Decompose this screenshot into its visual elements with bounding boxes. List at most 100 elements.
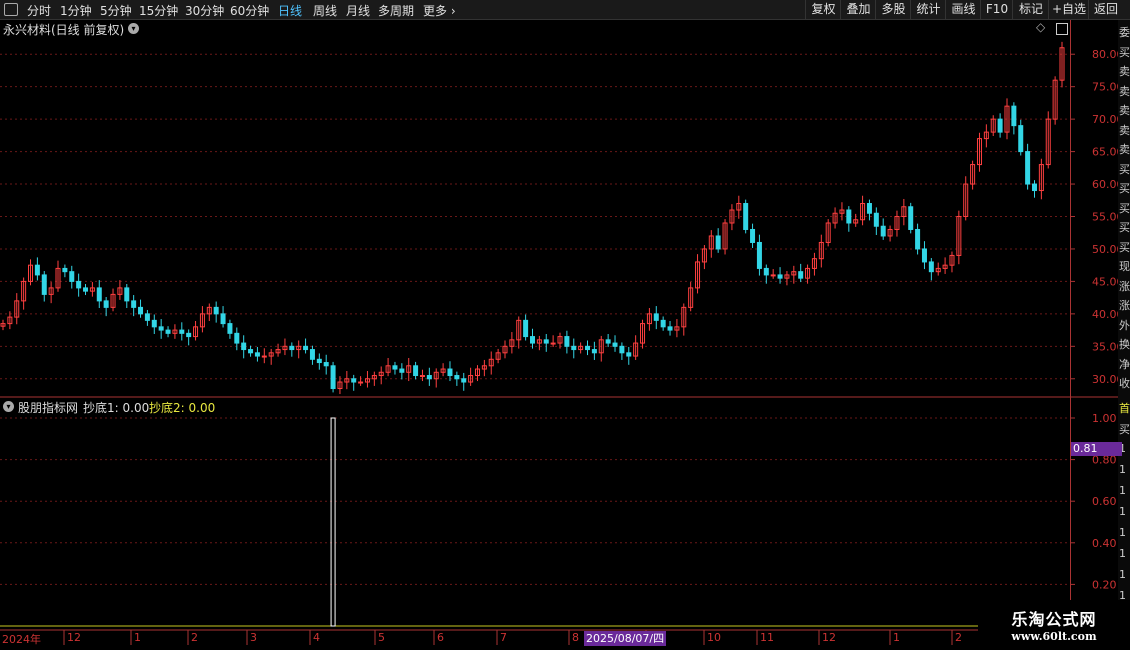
candle-body [908,206,914,230]
candle-body [667,326,673,331]
x-tick-label: 10 [707,631,721,644]
candle-body [261,355,267,358]
candle-body [83,287,89,292]
x-tick-label: 3 [250,631,257,644]
quote-label: 收 [1119,377,1130,390]
stock-chart[interactable]: 80.0075.0070.0065.0060.0055.0050.0045.00… [0,0,1130,650]
quote-strip: 委买卖卖卖卖卖买买买买买现涨涨外换净收首买11111111 [1118,20,1130,630]
candle-body [846,209,852,224]
candle-body [76,280,82,289]
x-tick-label: 11 [760,631,774,644]
candle-body [186,332,192,338]
quote-label: 买 [1119,182,1130,195]
candle-body [234,332,240,344]
quote-label: 买 [1119,201,1130,215]
x-tick-label: 12 [67,631,81,644]
quote-label: 买 [1119,45,1130,59]
candle-body [866,203,872,214]
price-axis [1070,20,1119,630]
quote-value: 1 [1119,484,1126,497]
candle-body [289,345,295,351]
x-tick-label: 12 [822,631,836,644]
candle-body [124,287,130,302]
candle-body [413,365,419,377]
candle-body [873,212,879,227]
candle-body [585,345,591,351]
candle-body [550,342,556,345]
quote-label: 卖 [1119,65,1130,78]
candle-body [447,368,453,377]
candle-body [523,319,529,338]
date-cursor-tag: 2025/08/07/四 [584,631,667,646]
quote-label: 买 [1119,162,1130,176]
candle-body [461,378,467,383]
candle-body [303,345,309,351]
candle-body [591,349,597,354]
quote-value: 1 [1119,568,1126,581]
x-tick-label: 1 [134,631,141,644]
quote-value: 1 [1119,547,1126,560]
candle-body [605,339,611,344]
candle-body [151,319,157,328]
candle-body [144,313,150,321]
candle-body [660,319,666,328]
x-tick-label: 4 [313,631,320,644]
quote-label: 净 [1119,357,1130,371]
candle-body [770,274,776,277]
candle-body [921,248,927,263]
quote-value: 1 [1119,463,1126,476]
date-axis: 2024年1212345678910111212 [0,630,1070,648]
candle-body [131,300,137,308]
quote-value: 买 [1119,423,1130,436]
candle-body [399,368,405,373]
x-tick-label: 7 [500,631,507,644]
x-tick-label: 2 [955,631,962,644]
candle-body [330,365,336,390]
candle-body [626,352,632,357]
candle-body [426,375,432,380]
quote-label: 卖 [1119,143,1130,156]
candle-body [165,329,171,334]
x-tick-label: 1 [893,631,900,644]
candle-body [227,323,233,334]
quote-value: 1 [1119,505,1126,518]
price-tag: 0.81 [1071,442,1122,456]
watermark-title: 乐淘公式网 [1011,610,1097,629]
candle-body [179,329,185,334]
candle-body [213,306,219,315]
quote-value: 首 [1119,402,1130,415]
candle-body [619,345,625,354]
candle-body [798,271,804,279]
quote-value: 1 [1119,526,1126,539]
candle-body [653,313,659,321]
candle-body [928,261,934,273]
candle-body [1031,183,1037,192]
candle-body [564,336,570,347]
candle-body [880,225,886,237]
candle-body [571,345,577,351]
candle-body [254,352,260,357]
candle-body [241,342,247,351]
quote-label: 涨 [1119,279,1130,293]
candle-body [777,274,783,279]
quote-label: 委 [1119,26,1130,39]
candle-body [743,203,749,230]
candle-body [454,375,460,380]
candle-body [915,228,921,250]
x-tick-label: 6 [437,631,444,644]
candle-body [392,365,398,370]
quote-label: 换 [1119,338,1130,351]
watermark: 乐淘公式网 www.60lt.com [978,600,1130,650]
candle-body [62,267,68,273]
candle-body [612,342,618,347]
candle-body [41,274,47,295]
quote-label: 涨 [1119,299,1130,312]
x-tick-label: 2024年 [2,633,41,646]
candle-body [750,228,756,243]
quote-label: 买 [1119,240,1130,254]
quote-label: 卖 [1119,123,1130,137]
candle-body [419,375,425,378]
candle-body [34,264,40,276]
x-tick-label: 5 [378,631,385,644]
candle-body [997,118,1003,133]
